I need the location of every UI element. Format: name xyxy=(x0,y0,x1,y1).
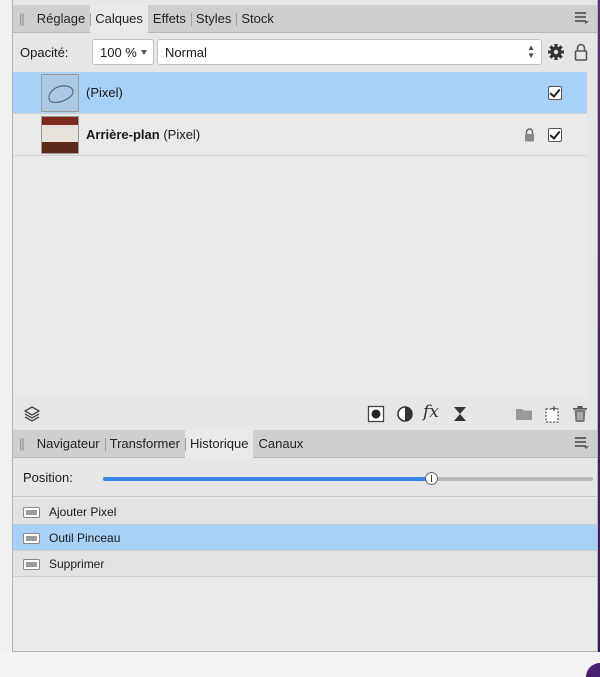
tab-navigateur[interactable]: Navigateur xyxy=(32,430,105,458)
history-item-label: Ajouter Pixel xyxy=(49,504,117,519)
panel-grip-icon[interactable]: || xyxy=(19,11,25,26)
history-step-icon xyxy=(23,559,40,570)
add-layer-icon[interactable] xyxy=(543,405,561,423)
bottom-strip xyxy=(0,652,600,677)
slider-handle[interactable] xyxy=(425,472,439,485)
history-tabbar: || Navigateur Transformer Historique Can… xyxy=(13,429,597,458)
history-step-icon xyxy=(23,507,40,518)
panel-menu-icon[interactable] xyxy=(575,12,589,24)
tab-stock[interactable]: Stock xyxy=(236,5,279,33)
position-label: Position: xyxy=(23,470,73,485)
tab-transformer[interactable]: Transformer xyxy=(104,430,185,458)
stepper-icon: ▲ ▼ xyxy=(527,43,535,60)
top-tabbar: || Réglage Calques Effets Styles Stock xyxy=(13,4,597,33)
fx-icon[interactable]: fx xyxy=(423,402,447,422)
tab-styles[interactable]: Styles xyxy=(190,5,236,33)
tab-calques[interactable]: Calques xyxy=(90,4,148,33)
opacity-label: Opacité: xyxy=(20,44,69,60)
layer-name: Arrière-plan (Pixel) xyxy=(86,127,201,142)
position-row: Position: xyxy=(23,470,593,486)
layers-stack-icon[interactable] xyxy=(23,405,41,423)
layer-name: (Pixel) xyxy=(86,85,123,100)
opacity-value: 100 % xyxy=(100,44,137,60)
position-slider[interactable] xyxy=(103,472,593,485)
history-item-label: Supprimer xyxy=(49,556,105,571)
mask-icon[interactable] xyxy=(367,405,385,423)
opacity-select[interactable]: 100 % xyxy=(92,39,154,65)
gear-icon[interactable] xyxy=(547,43,565,61)
live-filter-icon[interactable] xyxy=(451,405,469,423)
adjustment-icon[interactable] xyxy=(396,405,414,423)
lock-icon[interactable] xyxy=(574,43,588,61)
layer-thumbnail xyxy=(41,116,79,154)
tab-reglage[interactable]: Réglage xyxy=(32,5,90,33)
layers-list: (Pixel) Arrière-plan (Pixel) xyxy=(13,72,587,397)
studio-panel: || Réglage Calques Effets Styles Stock O… xyxy=(12,0,598,652)
layer-row[interactable]: (Pixel) xyxy=(13,72,587,114)
history-list: Ajouter Pixel Outil Pinceau Supprimer xyxy=(13,496,597,651)
layer-row[interactable]: Arrière-plan (Pixel) xyxy=(13,114,587,156)
visibility-checkbox[interactable] xyxy=(548,85,562,100)
layer-thumbnail xyxy=(41,74,79,112)
blend-mode-value: Normal xyxy=(165,44,207,60)
folder-icon[interactable] xyxy=(515,405,533,423)
panel-grip-icon[interactable]: || xyxy=(19,436,25,451)
trash-icon[interactable] xyxy=(571,405,589,423)
tab-effets[interactable]: Effets xyxy=(148,5,191,33)
layers-toolbar: fx xyxy=(13,399,597,428)
chevron-down-icon xyxy=(141,50,147,55)
visibility-checkbox[interactable] xyxy=(548,127,562,142)
history-item[interactable]: Outil Pinceau xyxy=(13,525,597,551)
history-step-icon xyxy=(23,533,40,544)
slider-fill xyxy=(103,477,432,481)
blend-mode-select[interactable]: Normal ▲ ▼ xyxy=(157,39,542,65)
opacity-row: Opacité: 100 % Normal ▲ ▼ xyxy=(13,38,597,66)
history-item[interactable]: Ajouter Pixel xyxy=(13,499,597,525)
tab-historique[interactable]: Historique xyxy=(184,429,254,458)
lock-icon[interactable] xyxy=(524,127,535,142)
history-item-label: Outil Pinceau xyxy=(49,530,121,545)
panel-menu-icon[interactable] xyxy=(575,437,589,449)
history-item[interactable]: Supprimer xyxy=(13,551,597,577)
tab-canaux[interactable]: Canaux xyxy=(253,430,308,458)
